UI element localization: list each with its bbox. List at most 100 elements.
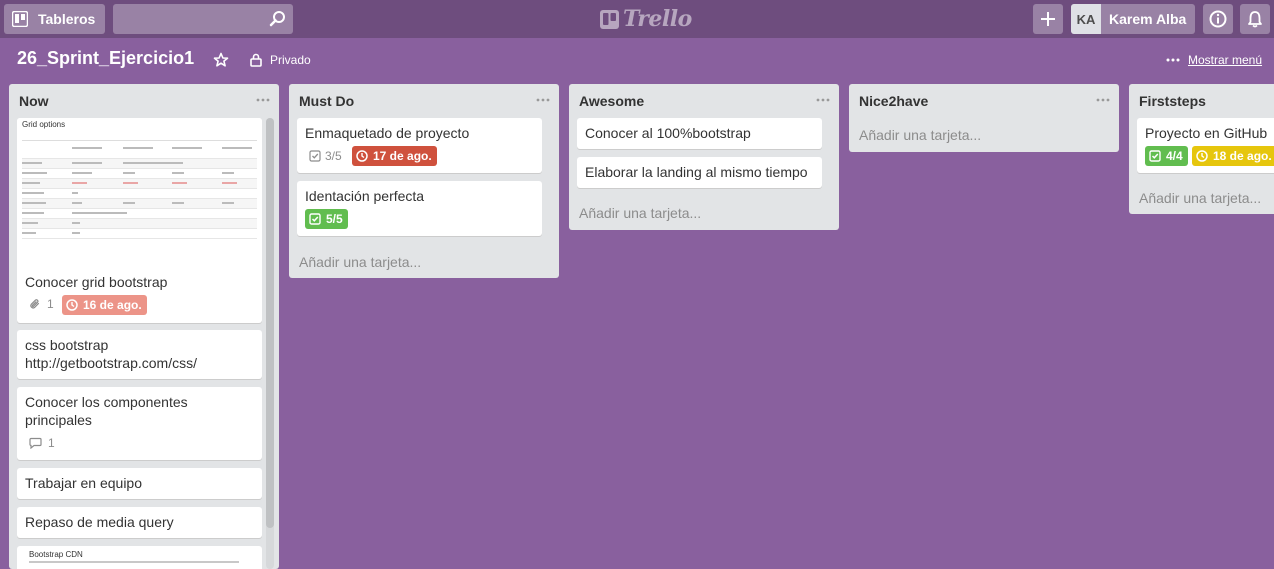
card[interactable]: Conocer al 100%bootstrap bbox=[577, 118, 822, 149]
card[interactable]: Trabajar en equipo bbox=[17, 468, 262, 499]
boards-label: Tableros bbox=[38, 11, 96, 27]
card-title: Conocer grid bootstrap bbox=[25, 274, 168, 290]
cover-table-row bbox=[22, 189, 257, 199]
card[interactable]: Repaso de media query bbox=[17, 507, 262, 538]
list-header: Must Do bbox=[289, 84, 559, 116]
add-card-button[interactable]: Añadir una tarjeta... bbox=[859, 127, 981, 143]
card[interactable]: Conocer los componentes principales 1 bbox=[17, 387, 262, 460]
logo-text: Trello bbox=[623, 6, 692, 32]
cover-table-row bbox=[22, 219, 257, 229]
cover-heading: Bootstrap CDN bbox=[29, 550, 83, 559]
list-title[interactable]: Now bbox=[19, 93, 49, 109]
checklist-icon bbox=[1149, 150, 1161, 162]
cover-text bbox=[29, 561, 239, 563]
due-date-text: 16 de ago. bbox=[83, 298, 142, 312]
info-button[interactable] bbox=[1203, 4, 1233, 34]
trello-logo[interactable]: Trello bbox=[600, 6, 692, 32]
attachment-badge: 1 bbox=[29, 297, 54, 311]
due-date-badge: 18 de ago. bbox=[1192, 146, 1274, 166]
cover-table-row bbox=[22, 159, 257, 169]
star-icon[interactable] bbox=[213, 52, 229, 68]
add-card-button[interactable]: Añadir una tarjeta... bbox=[1139, 190, 1261, 206]
list-menu-icon[interactable] bbox=[535, 92, 551, 108]
boards-button[interactable]: Tableros bbox=[4, 4, 105, 34]
clock-icon bbox=[356, 150, 368, 162]
list-nice2have: Nice2have Añadir una tarjeta... bbox=[849, 84, 1119, 152]
card-title: Repaso de media query bbox=[25, 514, 174, 530]
card[interactable]: Identación perfecta 5/5 bbox=[297, 181, 542, 236]
card-title: Identación perfecta bbox=[305, 188, 425, 204]
list-menu-icon[interactable] bbox=[815, 92, 831, 108]
list-menu-icon[interactable] bbox=[255, 92, 271, 108]
top-header: Tableros Trello KA Karem Alba bbox=[0, 0, 1274, 38]
board-privacy[interactable]: Privado bbox=[270, 53, 311, 67]
clock-icon bbox=[1196, 150, 1208, 162]
cover-table-row bbox=[22, 229, 257, 239]
cover-table bbox=[22, 140, 257, 241]
search-icon bbox=[269, 11, 285, 27]
notifications-button[interactable] bbox=[1240, 4, 1270, 34]
due-date-text: 17 de ago. bbox=[373, 149, 432, 163]
list-header: Firststeps bbox=[1129, 84, 1274, 116]
due-date-badge: 16 de ago. bbox=[62, 295, 147, 315]
list-firststeps: Firststeps Proyecto en GitHub 4/4 18 de … bbox=[1129, 84, 1274, 214]
lock-icon bbox=[250, 53, 262, 67]
card[interactable]: Bootstrap CDN bbox=[17, 546, 262, 569]
comments-badge: 1 bbox=[29, 436, 55, 450]
boards-icon bbox=[12, 11, 28, 27]
comment-icon bbox=[29, 437, 42, 449]
trello-logo-icon bbox=[600, 9, 619, 29]
show-menu-link[interactable]: Mostrar menú bbox=[1188, 53, 1262, 67]
due-date-badge: 17 de ago. bbox=[352, 146, 437, 166]
list-title[interactable]: Nice2have bbox=[859, 93, 928, 109]
card-title: Conocer al 100%bootstrap bbox=[585, 125, 751, 141]
card-cover-image: Grid options bbox=[17, 118, 262, 258]
card-title: Conocer los componentes principales bbox=[25, 394, 188, 428]
list-title[interactable]: Firststeps bbox=[1139, 93, 1206, 109]
add-card-button[interactable]: Añadir una tarjeta... bbox=[579, 205, 701, 221]
list-title[interactable]: Awesome bbox=[579, 93, 644, 109]
more-icon[interactable] bbox=[1166, 55, 1180, 65]
clock-icon bbox=[66, 299, 78, 311]
list-menu-icon[interactable] bbox=[1095, 92, 1111, 108]
card[interactable]: Enmaquetado de proyecto 3/5 17 de ago. bbox=[297, 118, 542, 173]
list-header: Awesome bbox=[569, 84, 839, 116]
search-input[interactable] bbox=[113, 4, 293, 34]
card-title: Trabajar en equipo bbox=[25, 475, 143, 491]
checklist-icon bbox=[309, 213, 321, 225]
checklist-badge: 5/5 bbox=[305, 209, 348, 229]
card-title: Proyecto en GitHub bbox=[1145, 125, 1268, 141]
card[interactable]: Elaborar la landing al mismo tiempo bbox=[577, 157, 822, 188]
card-title: Enmaquetado de proyecto bbox=[305, 125, 470, 141]
checklist-count: 5/5 bbox=[326, 212, 343, 226]
comment-count: 1 bbox=[48, 436, 55, 450]
list-scrollbar[interactable] bbox=[266, 118, 274, 569]
cover-table-row bbox=[22, 209, 257, 219]
board-title[interactable]: 26_Sprint_Ejercicio1 bbox=[17, 48, 194, 69]
plus-icon bbox=[1041, 12, 1055, 26]
cover-table-row bbox=[22, 169, 257, 179]
checklist-count: 4/4 bbox=[1166, 149, 1183, 163]
scrollbar-thumb[interactable] bbox=[266, 118, 274, 528]
list-now: Now Grid options Conocer grid bootstrap … bbox=[9, 84, 279, 569]
card[interactable]: css bootstrap http://getbootstrap.com/cs… bbox=[17, 330, 262, 379]
info-icon bbox=[1209, 10, 1227, 28]
checklist-count: 3/5 bbox=[325, 149, 342, 163]
add-button[interactable] bbox=[1033, 4, 1063, 34]
checklist-badge: 3/5 bbox=[309, 149, 342, 163]
bell-icon bbox=[1248, 11, 1262, 28]
list-awesome: Awesome Conocer al 100%bootstrap Elabora… bbox=[569, 84, 839, 230]
card[interactable]: Proyecto en GitHub 4/4 18 de ago. bbox=[1137, 118, 1274, 173]
card-title: css bootstrap http://getbootstrap.com/cs… bbox=[25, 337, 197, 371]
add-card-button[interactable]: Añadir una tarjeta... bbox=[299, 254, 421, 270]
cover-heading: Grid options bbox=[22, 120, 66, 129]
card[interactable]: Grid options Conocer grid bootstrap 1 16… bbox=[17, 118, 262, 323]
list-must-do: Must Do Enmaquetado de proyecto 3/5 17 d… bbox=[289, 84, 559, 278]
list-title[interactable]: Must Do bbox=[299, 93, 354, 109]
card-title: Elaborar la landing al mismo tiempo bbox=[585, 164, 808, 180]
user-name: Karem Alba bbox=[1109, 11, 1187, 27]
due-date-text: 18 de ago. bbox=[1213, 149, 1272, 163]
paperclip-icon bbox=[30, 299, 40, 309]
checklist-badge: 4/4 bbox=[1145, 146, 1188, 166]
member-menu-button[interactable]: KA Karem Alba bbox=[1071, 4, 1195, 34]
